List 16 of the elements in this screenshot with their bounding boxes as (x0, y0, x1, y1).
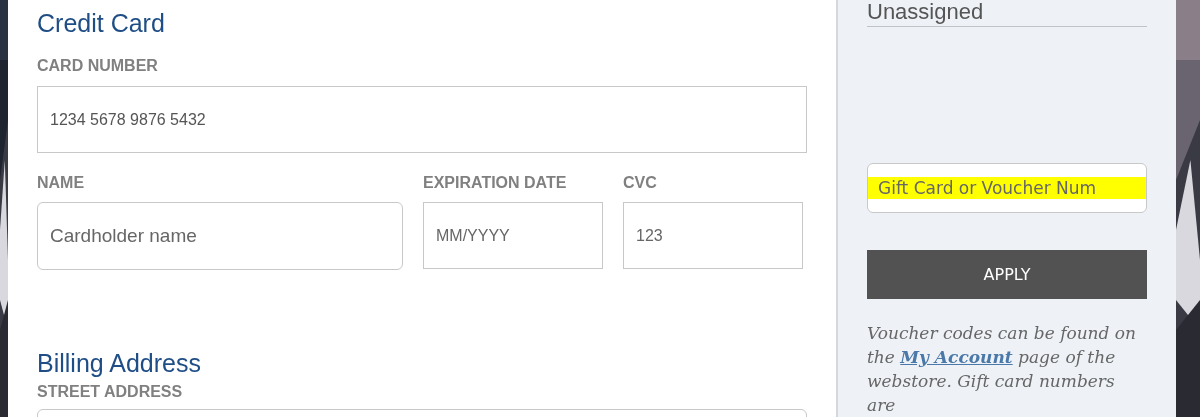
voucher-field[interactable]: Gift Card or Voucher Num (867, 163, 1147, 214)
my-account-link[interactable]: My Account (900, 347, 1013, 367)
section-title: Credit Card (37, 8, 166, 38)
field-label: CARD NUMBER (37, 56, 159, 76)
expiration-field[interactable]: MM/YYYY (423, 202, 603, 269)
name-field[interactable]: Cardholder name (37, 202, 403, 270)
field-label: EXPIRATION DATE (423, 173, 568, 193)
section-title: Billing Address (37, 348, 202, 378)
field-label: NAME (37, 173, 86, 193)
field-label: CVC (623, 173, 658, 193)
apply-button[interactable]: APPLY (867, 250, 1147, 299)
field-label: STREET ADDRESS (37, 382, 184, 402)
card-number-field[interactable]: 1234 5678 9876 5432 (37, 86, 807, 153)
assignment-text: Unassigned (867, 0, 1147, 27)
voucher-note: Voucher codes can be found on the My Account page of the webstore. Gift card numbers are (867, 322, 1138, 417)
cvc-field[interactable]: 123 (623, 202, 803, 269)
